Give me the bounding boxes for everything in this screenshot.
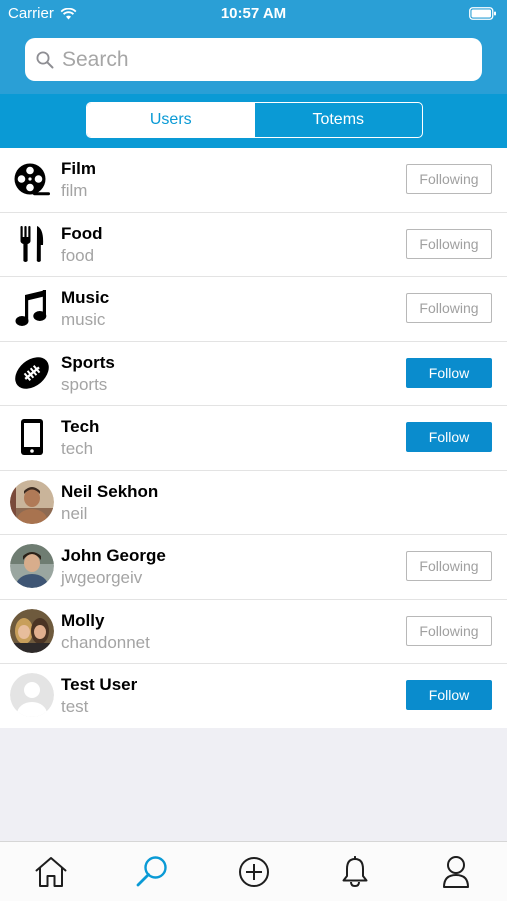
profile-icon [443,855,470,888]
follow-button[interactable]: Follow [406,357,492,388]
following-button[interactable]: Following [406,293,492,323]
row-title: Neil Sekhon [61,481,159,501]
search-icon [36,51,54,68]
following-button[interactable]: Following [406,615,492,646]
avatar [10,608,54,653]
film-reel-icon [10,157,54,201]
row-subtitle: tech [61,439,94,458]
row-subtitle: food [61,245,95,265]
row-subtitle: neil [61,503,88,523]
row-subtitle: film [61,181,88,200]
football-icon [10,351,54,395]
segmented-control: Users Totems [86,102,423,138]
search-bar[interactable] [25,38,482,81]
tab-bar [0,841,507,901]
row-title: Test User [61,675,138,694]
row-title: Sports [61,352,115,372]
tab-users[interactable]: Users [87,103,255,137]
tab-search[interactable] [101,842,202,901]
search-icon [136,855,167,886]
list-item[interactable]: Film film Following [0,148,507,213]
row-title: Tech [61,417,100,436]
row-subtitle: test [61,697,89,716]
row-title: Molly [61,610,105,630]
row-subtitle: jwgeorgeiv [61,568,143,587]
list-item[interactable]: Sports sports Follow [0,342,507,406]
status-bar: Carrier 10:57 AM [0,0,507,28]
clock: 10:57 AM [220,5,287,22]
following-button[interactable]: Following [406,228,492,259]
row-subtitle: music [61,310,106,329]
tab-notifications[interactable] [304,842,405,901]
home-icon [35,856,67,887]
list-item[interactable]: Food food Following [0,213,507,277]
avatar [10,479,54,524]
tab-profile[interactable] [406,842,507,901]
tab-add[interactable] [203,842,304,901]
bell-icon [342,855,368,887]
default-avatar-icon [10,673,54,717]
row-subtitle: sports [61,374,108,394]
follow-button[interactable]: Follow [406,680,492,710]
add-icon [238,856,269,887]
fork-knife-icon [10,222,54,266]
row-subtitle: chandonnet [61,632,150,652]
avatar [10,544,54,588]
tab-totems[interactable]: Totems [255,103,423,137]
search-header [0,28,507,94]
list-item[interactable]: Neil Sekhon neil [0,471,507,535]
list-item[interactable]: Tech tech Follow [0,406,507,471]
row-title: Music [61,288,110,307]
list-item[interactable]: Music music Following [0,277,507,342]
following-button[interactable]: Following [406,164,492,194]
list-item[interactable]: Test User test Follow [0,664,507,728]
follow-button[interactable]: Follow [406,422,492,452]
row-title: John George [61,546,166,565]
list-item[interactable]: John George jwgeorgeiv Following [0,535,507,600]
row-title: Film [61,159,96,178]
phone-icon [10,415,54,459]
segment-bar: Users Totems [0,94,507,148]
battery-icon [469,7,497,24]
results-list: Film film Following Food food Following [0,148,507,728]
list-item[interactable]: Molly chandonnet Following [0,600,507,664]
tab-home[interactable] [0,842,101,901]
search-input[interactable] [60,46,464,73]
row-title: Food [61,223,103,243]
following-button[interactable]: Following [406,551,492,581]
music-note-icon [10,286,54,330]
